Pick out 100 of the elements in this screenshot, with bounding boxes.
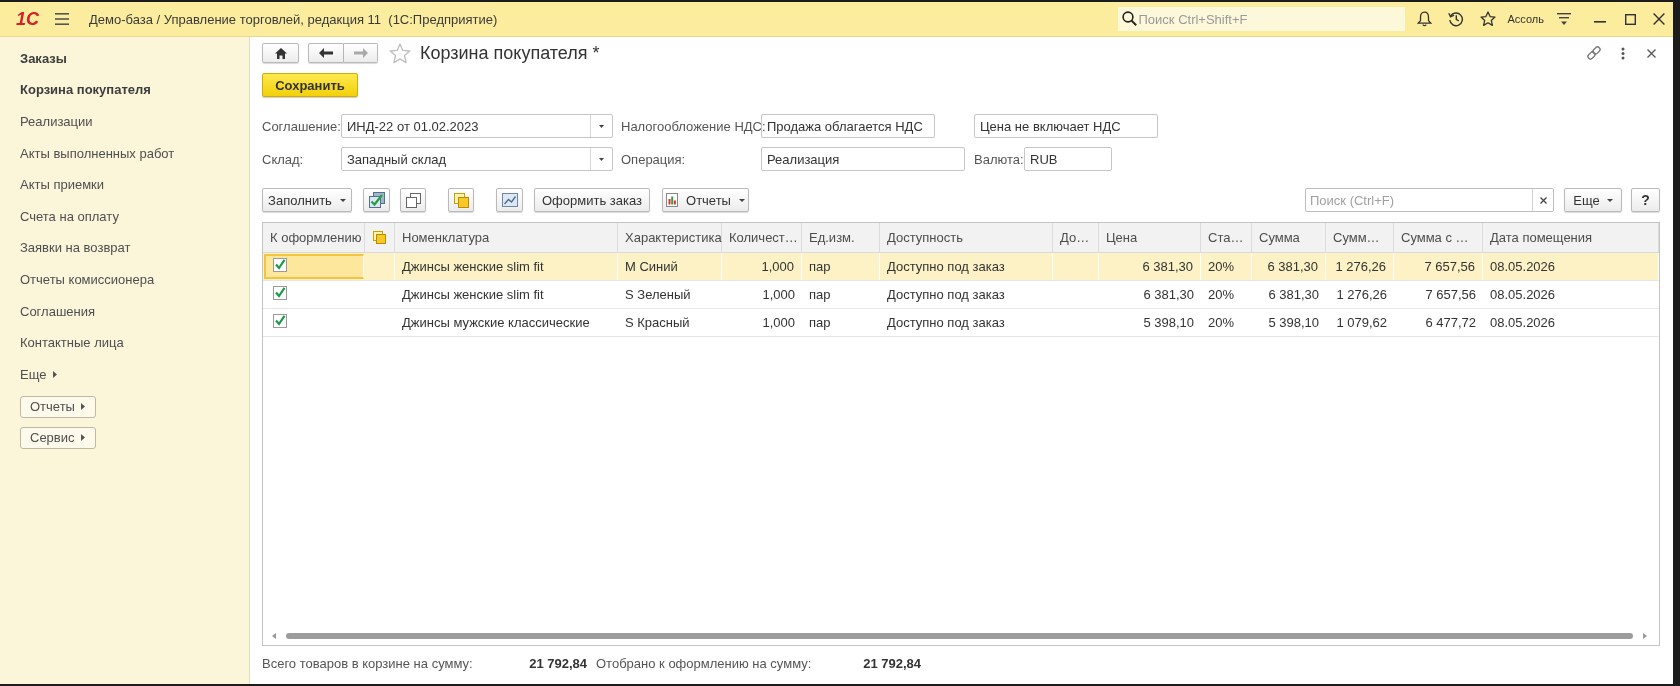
column-header[interactable]: Сумма xyxy=(1252,223,1326,252)
sidebar-item[interactable]: Акты приемки xyxy=(20,177,105,194)
table-cell-text: пар xyxy=(808,286,832,304)
place-order-button[interactable]: Оформить заказ xyxy=(534,188,650,212)
table-cell-text: Джинсы женские slim fit xyxy=(401,286,545,304)
table-cell: 6 381,30 xyxy=(1099,253,1201,280)
toolbar-button[interactable] xyxy=(363,188,390,212)
checkbox[interactable] xyxy=(273,313,287,328)
menu-icon[interactable] xyxy=(55,13,69,25)
focused-cell[interactable] xyxy=(264,254,364,279)
minimize-icon[interactable] xyxy=(1594,21,1606,23)
toolbar-button[interactable] xyxy=(496,188,523,212)
table-cell: 6 381,30 xyxy=(1252,253,1326,280)
help-button[interactable]: ? xyxy=(1631,188,1660,212)
column-header[interactable]: Номенклатура xyxy=(395,223,618,252)
field-label: Операция: xyxy=(621,151,686,167)
field-label: Соглашение: xyxy=(262,118,341,134)
sidebar-item[interactable]: Контактные лица xyxy=(20,335,124,352)
column-header[interactable]: Сумма с … xyxy=(1394,223,1483,252)
input-field[interactable]: RUB xyxy=(1024,147,1112,171)
form-title: Корзина покупателя * xyxy=(420,42,600,64)
toolbar-button[interactable] xyxy=(400,188,426,212)
bell-icon[interactable] xyxy=(1416,11,1432,27)
save-button[interactable]: Сохранить xyxy=(262,73,358,97)
dropdown-field[interactable]: ИНД-22 от 01.02.2023 xyxy=(341,114,613,138)
summary-label: Отобрано к оформлению на сумму: xyxy=(596,655,812,671)
column-header[interactable]: Сумм… xyxy=(1326,223,1394,252)
history-icon[interactable] xyxy=(1447,11,1464,27)
table-cell-text: Доступно под заказ xyxy=(886,314,1006,332)
star-icon[interactable] xyxy=(1479,11,1496,27)
sidebar-item[interactable]: Заказы xyxy=(20,50,67,67)
sidebar-item[interactable]: Реализации xyxy=(20,114,93,130)
maximize-icon[interactable] xyxy=(1625,13,1636,25)
table-cell-text: Джинсы мужские классические xyxy=(401,314,591,332)
more-icon[interactable] xyxy=(1621,46,1625,60)
table-cell-text: 1 276,26 xyxy=(1335,286,1388,304)
clear-button[interactable] xyxy=(1532,189,1553,211)
sidebar-button[interactable]: Сервис xyxy=(20,426,96,449)
table-cell-text: 6 381,30 xyxy=(1142,286,1195,304)
column-header[interactable]: Количест… xyxy=(722,223,802,252)
field-label: Склад: xyxy=(262,151,304,167)
stacked-squares-icon xyxy=(405,192,421,208)
column-header[interactable]: Характеристика xyxy=(618,223,722,252)
table-cell: 1,000 xyxy=(722,253,802,280)
home-icon xyxy=(274,47,287,59)
fill-button[interactable]: Заполнить xyxy=(262,188,352,212)
forward-arrow-icon xyxy=(353,48,368,58)
input-field[interactable]: Реализация xyxy=(761,147,965,171)
sidebar-item[interactable]: Отчеты комиссионера xyxy=(20,271,155,288)
sidebar-item[interactable]: Счета на оплату xyxy=(20,208,119,225)
sidebar-item[interactable]: Заявки на возврат xyxy=(20,240,131,257)
close-icon[interactable] xyxy=(1647,48,1656,58)
search-field[interactable]: Поиск Ctrl+Shift+F xyxy=(1117,7,1405,31)
scroll-left-icon[interactable] xyxy=(272,633,276,639)
column-header[interactable]: До… xyxy=(1053,223,1099,252)
table-cell-text: 1 079,62 xyxy=(1335,314,1388,332)
scrollbar-thumb[interactable] xyxy=(286,633,1633,639)
close-icon[interactable] xyxy=(1653,13,1665,25)
more-link[interactable]: Еще xyxy=(20,366,58,383)
table-cell-text: 6 381,30 xyxy=(1267,286,1320,304)
column-header[interactable]: Дата помещения xyxy=(1483,223,1659,252)
column-header[interactable]: Ед.изм. xyxy=(802,223,880,252)
field-label: Валюта: xyxy=(974,151,1024,167)
sidebar-item[interactable]: Корзина покупателя xyxy=(20,82,151,99)
reports-button[interactable]: Отчеты xyxy=(662,188,749,212)
table-cell-text: 1,000 xyxy=(761,286,796,304)
scroll-right-icon[interactable] xyxy=(1643,633,1647,639)
close-icon xyxy=(1539,196,1547,204)
column-header[interactable]: К оформлению xyxy=(263,223,365,252)
caret-icon xyxy=(738,198,745,202)
table-cell-text: 1,000 xyxy=(761,314,796,332)
home-button[interactable] xyxy=(262,43,299,63)
sidebar-button[interactable]: Отчеты xyxy=(20,395,96,418)
input-field[interactable]: Цена не включает НДС xyxy=(974,114,1158,138)
star-icon[interactable] xyxy=(389,42,411,64)
column-header[interactable]: Доступность xyxy=(880,223,1053,252)
column-header[interactable]: Ста… xyxy=(1201,223,1252,252)
table-cell-text: 5 398,10 xyxy=(1142,314,1195,332)
back-button[interactable] xyxy=(308,43,344,63)
more-button[interactable]: Еще xyxy=(1564,188,1622,212)
app-logo: 1С xyxy=(16,9,39,29)
checkbox[interactable] xyxy=(273,257,287,272)
user-name[interactable]: Ассоль xyxy=(1507,13,1544,25)
table-cell: 1 276,26 xyxy=(1326,253,1394,280)
table-row[interactable]: Джинсы женские slim fit M Синий 1,000 пар Доступно под заказ 6 381,30 20% 6 381,30 1 276,26 7 657,56 08.05.2026 xyxy=(263,253,1659,281)
table-cell-text: Доступно под заказ xyxy=(886,286,1006,304)
table-cell-text: 20% xyxy=(1207,314,1236,332)
lines-dropdown-icon[interactable] xyxy=(1557,12,1571,26)
column-header[interactable]: Цена xyxy=(1099,223,1201,252)
sidebar-item[interactable]: Соглашения xyxy=(20,303,96,320)
caret-icon xyxy=(1606,198,1613,202)
toolbar-button[interactable] xyxy=(448,188,474,212)
checkbox[interactable] xyxy=(273,285,287,300)
table-cell: 08.05.2026 xyxy=(1483,253,1659,280)
link-icon[interactable] xyxy=(1586,45,1602,61)
layers-icon xyxy=(453,192,469,208)
caret-icon xyxy=(81,434,85,442)
sidebar-item[interactable]: Акты выполненных работ xyxy=(20,145,175,162)
search-field[interactable]: Поиск (Ctrl+F) xyxy=(1305,188,1554,212)
dropdown-field[interactable]: Западный склад xyxy=(341,147,613,171)
